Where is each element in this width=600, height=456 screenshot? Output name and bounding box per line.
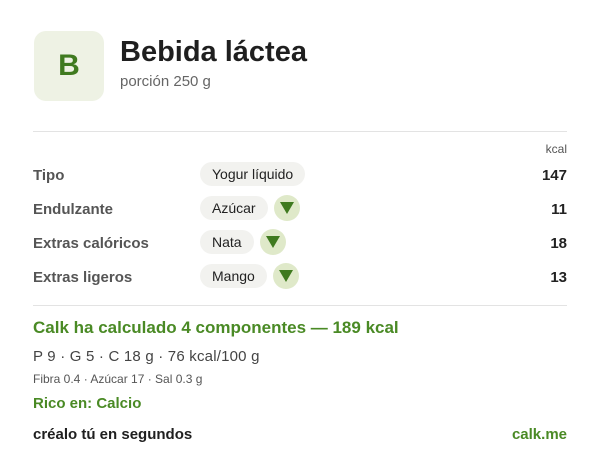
row-kcal: 11 — [551, 201, 567, 218]
row-kcal: 18 — [550, 235, 567, 252]
row-label: Endulzante — [33, 201, 114, 218]
summary-divider — [33, 305, 567, 306]
triangle-down-icon — [279, 270, 293, 282]
food-logo: B — [34, 31, 104, 101]
row-label: Tipo — [33, 167, 65, 184]
logo-letter: B — [58, 49, 80, 82]
footer-cta: créalo tú en segundos — [33, 426, 193, 443]
calk-link[interactable]: calk.me — [512, 426, 567, 443]
macros-line: P 9 · G 5 · C 18 g · 76 kcal/100 g — [33, 348, 260, 365]
portion-subtitle: porción 250 g — [120, 73, 211, 90]
row-label: Extras calóricos — [33, 235, 149, 252]
value-pill-tipo[interactable]: Yogur líquido — [200, 162, 306, 186]
dropdown-button-extras-caloricos[interactable] — [260, 229, 286, 255]
triangle-down-icon — [266, 236, 280, 248]
rich-in-line: Rico en: Calcio — [33, 395, 142, 412]
kcal-unit-label: kcal — [545, 142, 567, 156]
component-row-extras-ligeros: Extras ligeros Mango 13 — [33, 263, 567, 291]
dropdown-button-extras-ligeros[interactable] — [273, 263, 299, 289]
value-pill-endulzante[interactable]: Azúcar — [200, 196, 268, 220]
nutrition-card: B Bebida láctea porción 250 g kcal Tipo … — [0, 0, 600, 456]
page-title: Bebida láctea — [120, 36, 307, 68]
dropdown-button-endulzante[interactable] — [274, 195, 300, 221]
component-row-endulzante: Endulzante Azúcar 11 — [33, 195, 567, 223]
row-kcal: 147 — [541, 167, 567, 184]
value-pill-extras-ligeros[interactable]: Mango — [200, 264, 267, 288]
component-row-extras-caloricos: Extras calóricos Nata 18 — [33, 229, 567, 257]
value-pill-extras-caloricos[interactable]: Nata — [200, 230, 254, 254]
component-row-tipo: Tipo Yogur líquido 147 — [33, 161, 567, 189]
micronutrients-line: Fibra 0.4 · Azúcar 17 · Sal 0.3 g — [33, 372, 203, 386]
row-label: Extras ligeros — [33, 269, 133, 286]
top-divider — [33, 131, 567, 132]
triangle-down-icon — [280, 202, 294, 214]
calc-summary: Calk ha calculado 4 componentes — 189 kc… — [33, 318, 399, 337]
row-kcal: 13 — [550, 269, 567, 286]
